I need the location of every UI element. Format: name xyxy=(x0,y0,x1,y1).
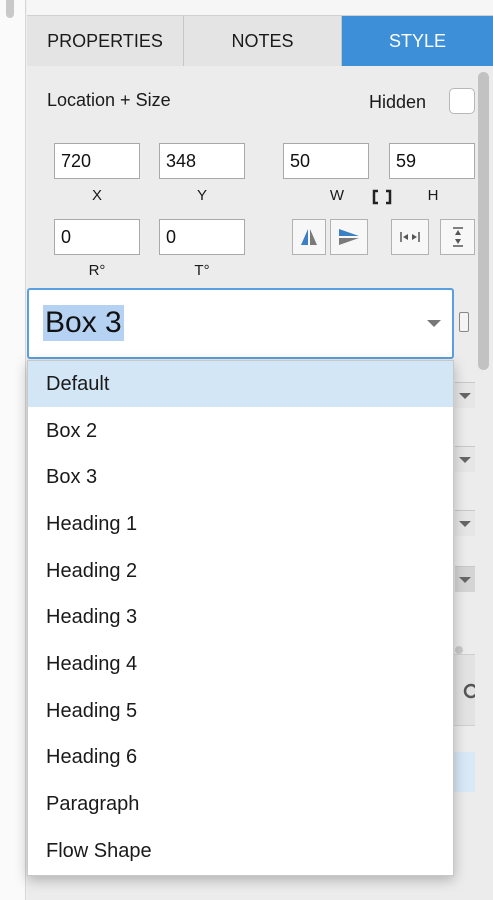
rotation-field[interactable]: 0 xyxy=(54,219,140,255)
menu-item-flow-shape[interactable]: Flow Shape xyxy=(28,828,453,874)
tab-notes[interactable]: NOTES xyxy=(184,16,342,66)
canvas-scroll-tab xyxy=(6,0,14,18)
menu-item-box-2[interactable]: Box 2 xyxy=(28,408,453,454)
menu-item-heading-1[interactable]: Heading 1 xyxy=(28,501,453,547)
background-row xyxy=(455,566,475,592)
inspector-tabs: PROPERTIES NOTES STYLE xyxy=(27,16,493,66)
chevron-down-icon xyxy=(459,393,471,399)
flip-vertical-button[interactable] xyxy=(330,219,368,255)
menu-item-heading-3[interactable]: Heading 3 xyxy=(28,594,453,640)
flip-vertical-icon xyxy=(339,229,359,245)
y-field[interactable]: 348 xyxy=(159,143,245,179)
chevron-down-icon xyxy=(459,577,471,583)
lock-size-icon[interactable] xyxy=(371,189,393,205)
tab-properties[interactable]: PROPERTIES xyxy=(27,16,184,66)
style-dropdown-menu: Default Box 2 Box 3 Heading 1 Heading 2 … xyxy=(27,360,454,876)
menu-item-box-3[interactable]: Box 3 xyxy=(28,454,453,500)
distribute-horizontal-button[interactable] xyxy=(391,219,429,255)
menu-item-default[interactable]: Default xyxy=(28,361,453,407)
rotation-label: R° xyxy=(88,262,106,279)
distribute-horizontal-icon xyxy=(400,232,420,242)
background-row xyxy=(455,510,475,536)
distribute-vertical-icon xyxy=(452,227,463,247)
scrollbar-thumb[interactable] xyxy=(478,72,489,370)
flip-horizontal-icon xyxy=(301,229,317,245)
background-dot xyxy=(455,646,463,654)
top-strip xyxy=(27,0,493,16)
menu-item-heading-5[interactable]: Heading 5 xyxy=(28,688,453,734)
width-field[interactable]: 50 xyxy=(283,143,369,179)
text-rotation-field[interactable]: 0 xyxy=(159,219,245,255)
x-field[interactable]: 720 xyxy=(54,143,140,179)
chevron-down-icon xyxy=(427,320,441,327)
menu-item-heading-6[interactable]: Heading 6 xyxy=(28,734,453,780)
y-label: Y xyxy=(196,187,207,204)
chevron-down-icon xyxy=(459,457,471,463)
background-row xyxy=(455,446,475,472)
chevron-down-icon xyxy=(459,521,471,527)
style-edit-icon[interactable] xyxy=(459,312,469,332)
location-size-title: Location + Size xyxy=(47,90,171,110)
height-field[interactable]: 59 xyxy=(389,143,475,179)
x-label: X xyxy=(91,187,102,204)
menu-item-heading-4[interactable]: Heading 4 xyxy=(28,641,453,687)
w-label: W xyxy=(329,187,345,204)
distribute-vertical-button[interactable] xyxy=(440,219,475,255)
hidden-checkbox[interactable] xyxy=(449,88,475,114)
style-select[interactable]: Box 3 xyxy=(27,288,454,359)
background-row xyxy=(455,382,475,408)
hidden-label: Hidden xyxy=(369,92,427,112)
canvas-edge xyxy=(0,0,26,900)
tab-style[interactable]: STYLE xyxy=(342,16,493,66)
text-rotation-label: T° xyxy=(194,262,210,279)
style-select-value: Box 3 xyxy=(43,305,124,341)
flip-horizontal-button[interactable] xyxy=(292,219,326,255)
menu-item-paragraph[interactable]: Paragraph xyxy=(28,781,453,827)
menu-item-heading-2[interactable]: Heading 2 xyxy=(28,548,453,594)
panel-scrollbar[interactable] xyxy=(475,66,493,900)
h-label: H xyxy=(427,187,439,204)
